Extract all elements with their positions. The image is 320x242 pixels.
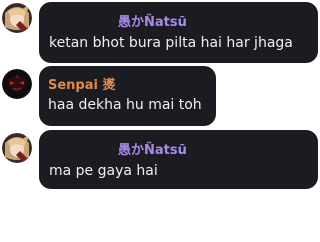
message-bubble: Senpai 㸂 haa dekha hu mai toh	[39, 66, 216, 126]
dark-red-mask-avatar-icon	[2, 69, 32, 99]
chat-message: 愚かÑatsū ketan bhot bura pilta hai har jh…	[0, 0, 320, 64]
anime-girl-avatar-icon	[2, 133, 32, 163]
avatar[interactable]	[2, 133, 32, 163]
chat-message: Senpai 㸂 haa dekha hu mai toh	[0, 64, 320, 130]
message-text: ketan bhot bura pilta hai har jhaga	[49, 35, 293, 51]
chat-thread: 愚かÑatsū ketan bhot bura pilta hai har jh…	[0, 0, 320, 242]
author-name[interactable]: 愚かÑatsū	[118, 139, 187, 158]
anime-girl-avatar-icon	[2, 3, 32, 33]
author-name[interactable]: Senpai 㸂	[48, 74, 116, 93]
message-bubble: 愚かÑatsū ketan bhot bura pilta hai har jh…	[39, 2, 318, 63]
message-text: ma pe gaya hai	[49, 163, 158, 179]
avatar[interactable]	[2, 3, 32, 33]
chat-message: 愚かÑatsū ma pe gaya hai	[0, 128, 320, 192]
message-text: haa dekha hu mai toh	[48, 97, 202, 113]
avatar[interactable]	[2, 69, 32, 99]
message-bubble: 愚かÑatsū ma pe gaya hai	[39, 130, 318, 189]
author-name[interactable]: 愚かÑatsū	[118, 11, 187, 30]
